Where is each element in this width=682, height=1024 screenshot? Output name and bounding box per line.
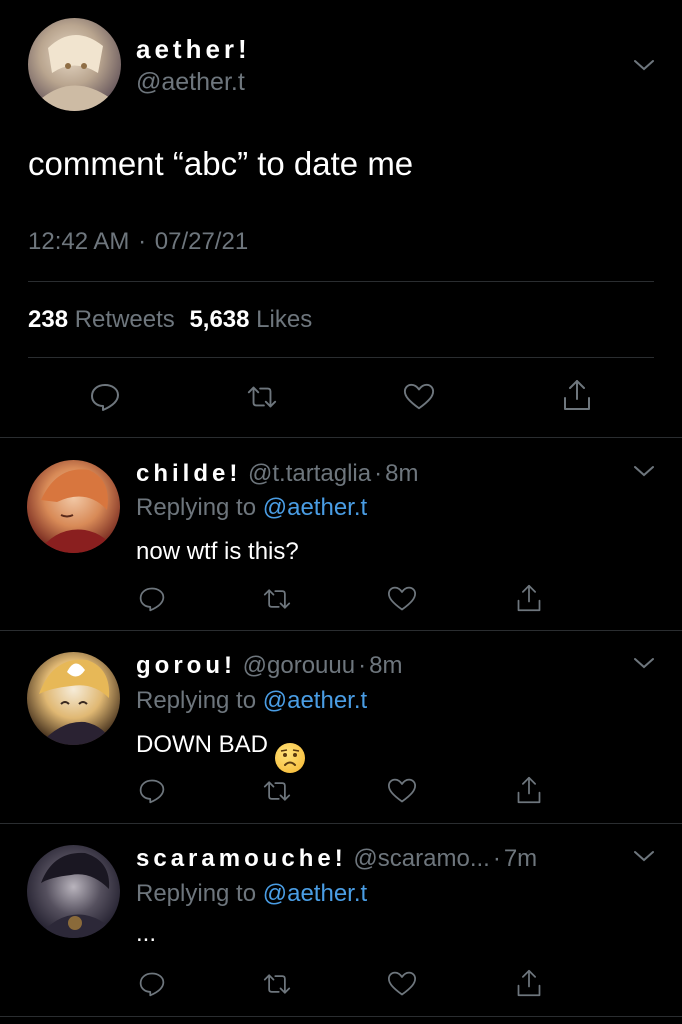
avatar[interactable]: [28, 18, 121, 111]
share-icon: [564, 380, 590, 410]
reply-time: 7m: [503, 845, 538, 872]
avatar-art: [39, 659, 113, 745]
divider: [0, 1016, 682, 1017]
retweet-icon: [263, 589, 291, 609]
divider: [28, 281, 654, 282]
dot-separator: ·: [492, 845, 501, 872]
share-button[interactable]: [561, 379, 593, 411]
likes-label: Likes: [256, 306, 313, 333]
like-button[interactable]: [386, 583, 418, 615]
avatar[interactable]: [27, 845, 120, 938]
dot-separator: ·: [358, 652, 367, 679]
avatar-art: [37, 469, 115, 553]
reply-button[interactable]: [136, 775, 168, 807]
like-icon: [388, 778, 416, 803]
replying-handle-link[interactable]: @aether.t: [263, 687, 367, 714]
retweet-button[interactable]: [261, 968, 293, 1000]
avatar[interactable]: [27, 460, 120, 553]
worried-face-emoji: 😟: [274, 743, 305, 773]
retweet-icon: [263, 781, 291, 801]
share-icon: [517, 776, 541, 804]
reply-icon: [91, 384, 119, 411]
display-name[interactable]: scaramouche!: [136, 845, 347, 872]
reply-icon: [139, 972, 165, 997]
retweet-icon: [247, 386, 277, 408]
retweet-button[interactable]: [261, 583, 293, 615]
reply-text-content: DOWN BAD: [136, 731, 268, 758]
replying-to: Replying to @aether.t: [136, 880, 367, 908]
share-icon: [517, 584, 541, 612]
retweets-count: 238: [28, 306, 69, 333]
reply-icon: [139, 587, 165, 612]
share-button[interactable]: [513, 774, 545, 806]
avatar-art: [42, 34, 110, 111]
reply-header: childe! @t.tartaglia · 8m: [136, 460, 418, 488]
reply-button[interactable]: [89, 381, 121, 413]
display-name[interactable]: gorou!: [136, 652, 236, 679]
timestamp[interactable]: 12:42 AM · 07/27/21: [28, 228, 248, 256]
reply-button[interactable]: [136, 968, 168, 1000]
display-name[interactable]: childe!: [136, 460, 241, 487]
display-name[interactable]: aether!: [136, 34, 251, 65]
avatar-art: [37, 852, 115, 938]
replying-handle-link[interactable]: @aether.t: [263, 880, 367, 907]
share-button[interactable]: [513, 967, 545, 999]
tweet-text: comment “abc” to date me: [28, 145, 414, 182]
reply-header: gorou! @gorouuu · 8m: [136, 652, 402, 680]
chevron-down-icon[interactable]: [632, 652, 656, 676]
retweet-button[interactable]: [261, 775, 293, 807]
like-button[interactable]: [386, 775, 418, 807]
like-button[interactable]: [386, 968, 418, 1000]
dot-separator: ·: [138, 228, 147, 255]
like-button[interactable]: [403, 381, 435, 413]
divider: [28, 357, 654, 358]
share-icon: [517, 969, 541, 997]
tweet-time: 12:42 AM: [28, 228, 130, 255]
replying-to: Replying to @aether.t: [136, 494, 367, 522]
divider: [0, 823, 682, 824]
divider: [0, 630, 682, 631]
chevron-down-icon[interactable]: [632, 845, 656, 869]
retweets-label: Retweets: [74, 306, 175, 333]
reply-time: 8m: [369, 652, 403, 679]
replying-prefix: Replying to: [136, 880, 257, 907]
dot-separator: ·: [374, 460, 383, 487]
worried-face-icon: [280, 749, 299, 766]
replying-prefix: Replying to: [136, 494, 257, 521]
avatar[interactable]: [27, 652, 120, 745]
divider: [0, 437, 682, 438]
like-icon: [388, 586, 416, 611]
reply-time: 8m: [385, 460, 419, 487]
handle[interactable]: @aether.t: [136, 68, 245, 97]
reply-button[interactable]: [136, 583, 168, 615]
likes-stat[interactable]: 5,638 Likes: [189, 306, 312, 333]
reply-text: ...: [136, 920, 157, 947]
replying-prefix: Replying to: [136, 687, 257, 714]
handle[interactable]: @gorouuu: [243, 652, 355, 679]
reply-icon: [139, 779, 165, 804]
retweets-stat[interactable]: 238 Retweets: [28, 306, 181, 333]
share-button[interactable]: [513, 582, 545, 614]
reply-text: now wtf is this?: [136, 538, 299, 565]
replying-handle-link[interactable]: @aether.t: [263, 494, 367, 521]
like-icon: [403, 383, 435, 410]
retweet-icon: [263, 974, 291, 994]
chevron-down-icon[interactable]: [632, 54, 656, 78]
handle[interactable]: @scaramo...: [353, 845, 489, 872]
tweet-date: 07/27/21: [154, 228, 249, 255]
retweet-button[interactable]: [246, 381, 278, 413]
likes-count: 5,638: [189, 306, 250, 333]
engagement-stats: 238 Retweets 5,638 Likes: [28, 306, 312, 334]
handle[interactable]: @t.tartaglia: [248, 460, 371, 487]
like-icon: [388, 971, 416, 996]
reply-text: DOWN BAD 😟: [136, 731, 305, 773]
reply-header: scaramouche! @scaramo... · 7m: [136, 845, 537, 873]
replying-to: Replying to @aether.t: [136, 687, 367, 715]
chevron-down-icon[interactable]: [632, 460, 656, 484]
